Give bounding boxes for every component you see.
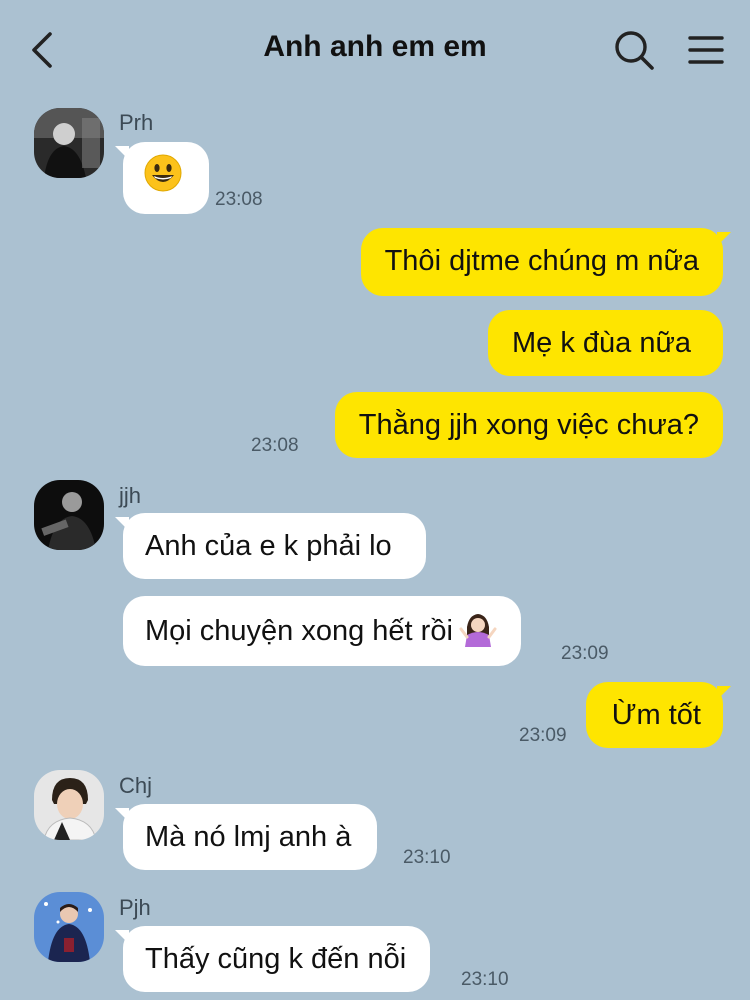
message-bubble[interactable]: Mọi chuyện xong hết rồi (123, 596, 521, 666)
message-bubble[interactable]: Mẹ k đùa nữa (487, 310, 723, 376)
message-bubble[interactable]: Mà nó lmj anh à (114, 804, 378, 870)
profile-photo-prh (34, 108, 104, 178)
avatar-jjh[interactable] (34, 480, 104, 550)
grinning-face-emoji-icon (144, 154, 182, 192)
menu-button[interactable] (684, 30, 728, 70)
message-time: 23:10 (403, 847, 451, 868)
profile-photo-chj (34, 770, 104, 840)
message-time: 23:10 (461, 969, 509, 990)
profile-photo-jjh (34, 480, 104, 550)
sender-name: Pjh (119, 895, 151, 920)
message-time: 23:09 (561, 643, 609, 664)
message-bubble[interactable] (115, 142, 209, 214)
person-shrugging-emoji-icon (459, 614, 497, 648)
message-bubble[interactable]: Thằng jjh xong việc chưa? (334, 392, 723, 458)
avatar-prh[interactable] (34, 108, 104, 178)
search-icon (615, 31, 654, 70)
message-bubble[interactable]: Thôi djtme chúng m nữa (360, 228, 732, 296)
message-time: 23:09 (519, 725, 567, 746)
avatar-pjh[interactable] (34, 892, 104, 962)
hamburger-menu-icon (688, 36, 724, 64)
message-bubble[interactable]: Ừm tốt (585, 682, 732, 748)
sender-name: Prh (119, 110, 154, 135)
message-time: 23:08 (251, 435, 299, 456)
sender-name: Chj (119, 773, 153, 798)
message-text: Mọi chuyện xong hết rồi (145, 615, 453, 647)
sender-name: jjh (119, 483, 142, 508)
chat-header: Anh anh em em (0, 0, 750, 100)
profile-photo-pjh (34, 892, 104, 962)
message-bubble[interactable]: Thấy cũng k đến nỗi (114, 926, 431, 992)
message-time: 23:08 (215, 189, 263, 210)
search-button[interactable] (612, 28, 658, 74)
avatar-chj[interactable] (34, 770, 104, 840)
message-bubble[interactable]: Anh của e k phải lo (115, 513, 426, 579)
